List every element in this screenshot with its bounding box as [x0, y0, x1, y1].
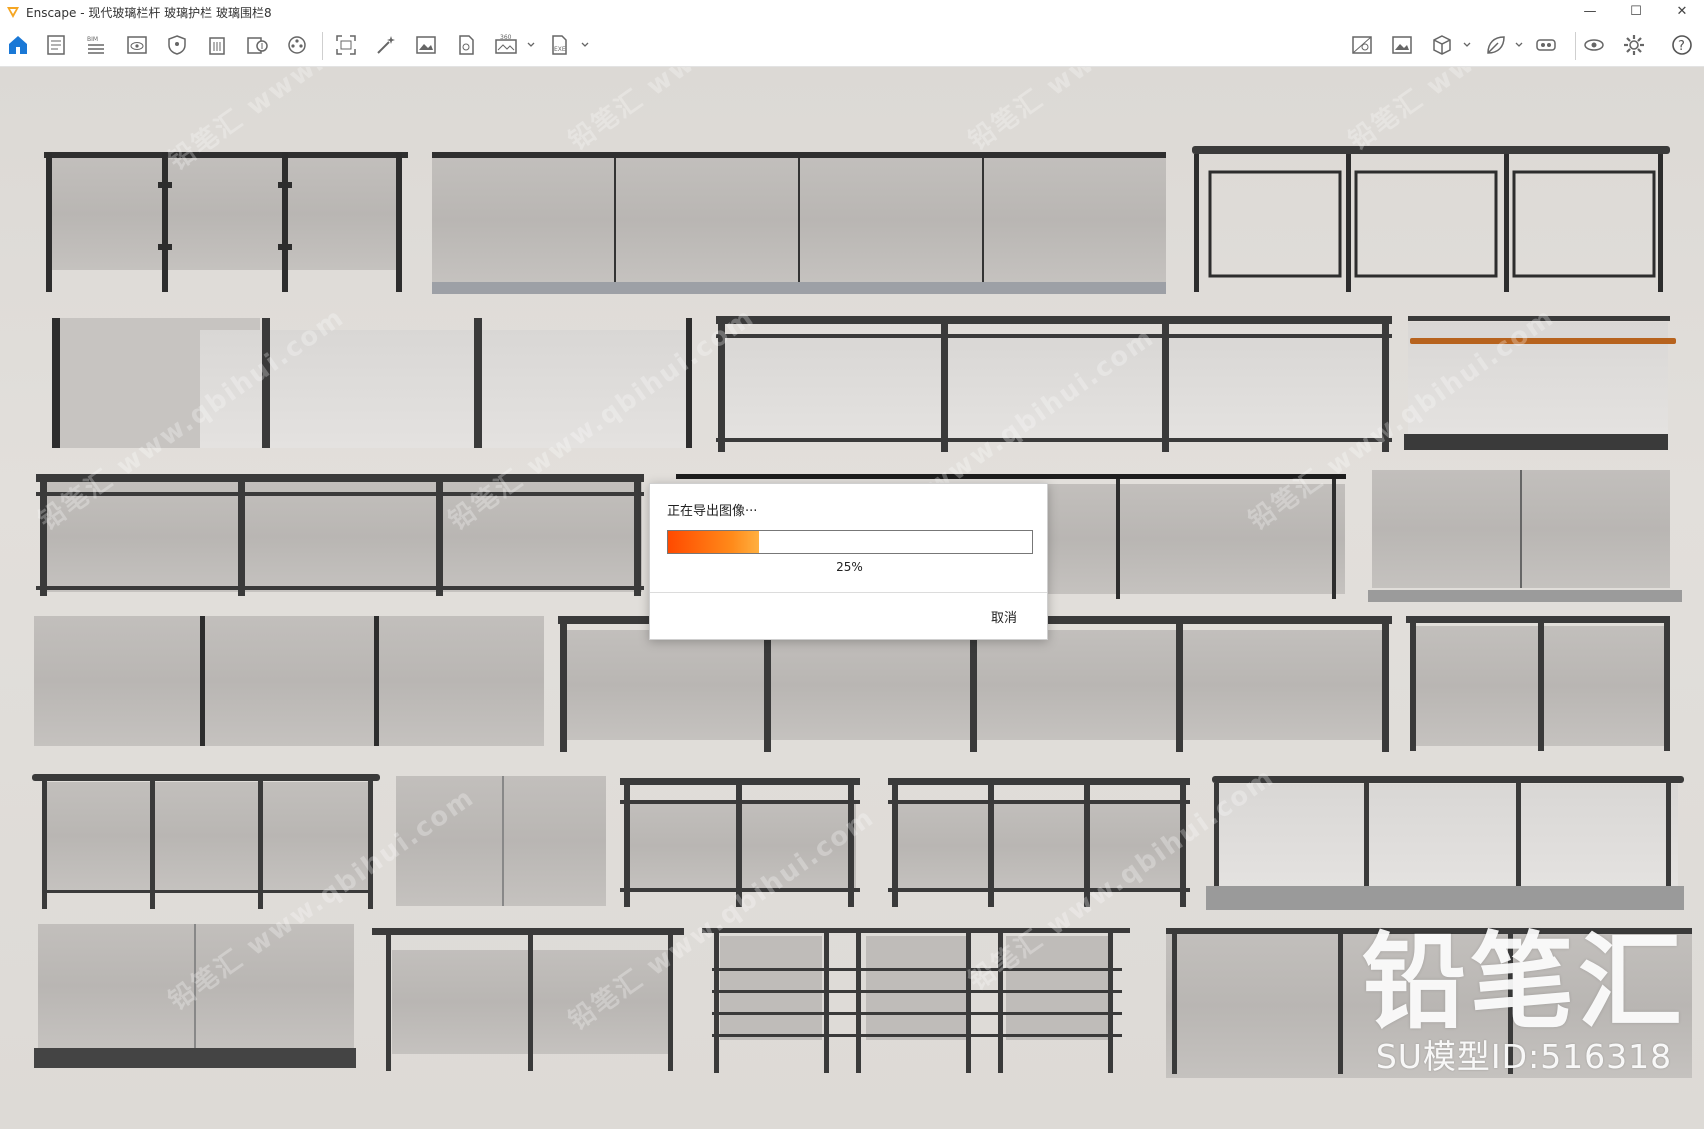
vr-headset-button[interactable] — [1532, 31, 1560, 59]
help-button[interactable]: ? — [1668, 31, 1696, 59]
material-editor-button[interactable] — [1348, 31, 1376, 59]
enscape-logo-icon — [7, 7, 19, 18]
maximize-button[interactable]: ☐ — [1618, 2, 1654, 22]
eye-window-icon — [127, 36, 147, 54]
railing-model — [1192, 146, 1670, 292]
building-button[interactable] — [203, 31, 231, 59]
shield-icon — [168, 35, 186, 55]
chevron-down-icon[interactable] — [1514, 40, 1524, 50]
vr-headset-icon — [1536, 39, 1556, 51]
export-status-message: 正在导出图像··· — [667, 504, 758, 519]
home-button[interactable] — [4, 31, 32, 59]
capture-frame-icon — [336, 35, 356, 55]
view-button[interactable] — [123, 31, 151, 59]
gear-icon — [1624, 35, 1644, 55]
dialog-divider — [650, 592, 1047, 593]
image-icon — [416, 36, 436, 54]
railing-model — [34, 616, 544, 746]
screenshot-button[interactable] — [332, 31, 360, 59]
export-exe-label: EXE — [554, 46, 566, 53]
film-reel-icon — [288, 36, 306, 54]
svg-text:?: ? — [1678, 39, 1685, 54]
panorama-button[interactable]: 360 — [492, 31, 520, 59]
chevron-down-icon[interactable] — [526, 40, 536, 50]
visual-settings-button[interactable] — [1580, 31, 1608, 59]
panorama-label: 360 — [500, 34, 512, 41]
material-editor-icon — [1352, 36, 1372, 54]
model-id-text: SU模型ID:516318 — [1375, 1037, 1673, 1076]
document-icon — [47, 35, 65, 55]
export-progress-label: 25% — [836, 560, 863, 574]
brand-logo-text: 铅笔汇 — [1362, 921, 1687, 1043]
railing-model — [432, 152, 1166, 294]
eye-icon — [1584, 39, 1604, 51]
help-icon: ? — [1672, 35, 1692, 55]
document-button[interactable] — [42, 31, 70, 59]
railing-model — [1206, 776, 1684, 910]
panorama-icon: 360 — [495, 34, 517, 54]
shield-button[interactable] — [163, 31, 191, 59]
home-icon — [9, 36, 27, 54]
magic-wand-icon — [377, 36, 395, 54]
bim-icon: BIM — [87, 36, 104, 54]
window-title: Enscape - 现代玻璃栏杆 玻璃护栏 玻璃围栏8 — [26, 6, 272, 20]
building-icon — [209, 37, 225, 55]
railing-model — [36, 474, 644, 596]
cube-icon — [1433, 35, 1451, 55]
railing-model — [1368, 470, 1682, 602]
cancel-button[interactable]: 取消 — [991, 607, 1017, 626]
export-progress-bar — [667, 530, 1033, 554]
close-button[interactable]: ✕ — [1664, 2, 1700, 22]
settings-button[interactable] — [1620, 31, 1648, 59]
video-reel-button[interactable] — [283, 31, 311, 59]
cube-view-button[interactable] — [1428, 31, 1456, 59]
landscape-icon — [1392, 36, 1412, 54]
railing-model — [44, 152, 408, 292]
batch-render-button[interactable] — [452, 31, 480, 59]
main-toolbar: BIM 360 EXE ? — [0, 24, 1704, 86]
export-exe-icon: EXE — [552, 35, 567, 55]
bim-button[interactable]: BIM — [82, 31, 110, 59]
export-progress-dialog: 正在导出图像··· 25% 取消 — [649, 483, 1048, 640]
chevron-down-icon[interactable] — [1462, 40, 1472, 50]
asset-library-icon — [247, 37, 268, 54]
vegetation-button[interactable] — [1482, 31, 1510, 59]
magic-wand-button[interactable] — [372, 31, 400, 59]
bim-label: BIM — [87, 36, 98, 43]
export-exe-button[interactable]: EXE — [546, 31, 574, 59]
brand-watermark: 铅笔汇 SU模型ID:516318 — [1362, 927, 1686, 1077]
railing-model — [702, 928, 1130, 1073]
title-bar: Enscape - 现代玻璃栏杆 玻璃护栏 玻璃围栏8 — ☐ ✕ — [0, 0, 1704, 24]
railing-model — [1406, 616, 1670, 751]
toolbar-separator — [322, 32, 323, 60]
minimize-button[interactable]: — — [1572, 2, 1608, 22]
export-progress-fill — [668, 531, 759, 553]
chevron-down-icon[interactable] — [580, 40, 590, 50]
asset-library-button[interactable] — [243, 31, 271, 59]
batch-render-icon — [459, 35, 474, 55]
leaf-icon — [1487, 36, 1505, 54]
railing-model — [372, 928, 684, 1071]
render-image-button[interactable] — [412, 31, 440, 59]
toolbar-separator — [1575, 32, 1576, 60]
atmosphere-button[interactable] — [1388, 31, 1416, 59]
